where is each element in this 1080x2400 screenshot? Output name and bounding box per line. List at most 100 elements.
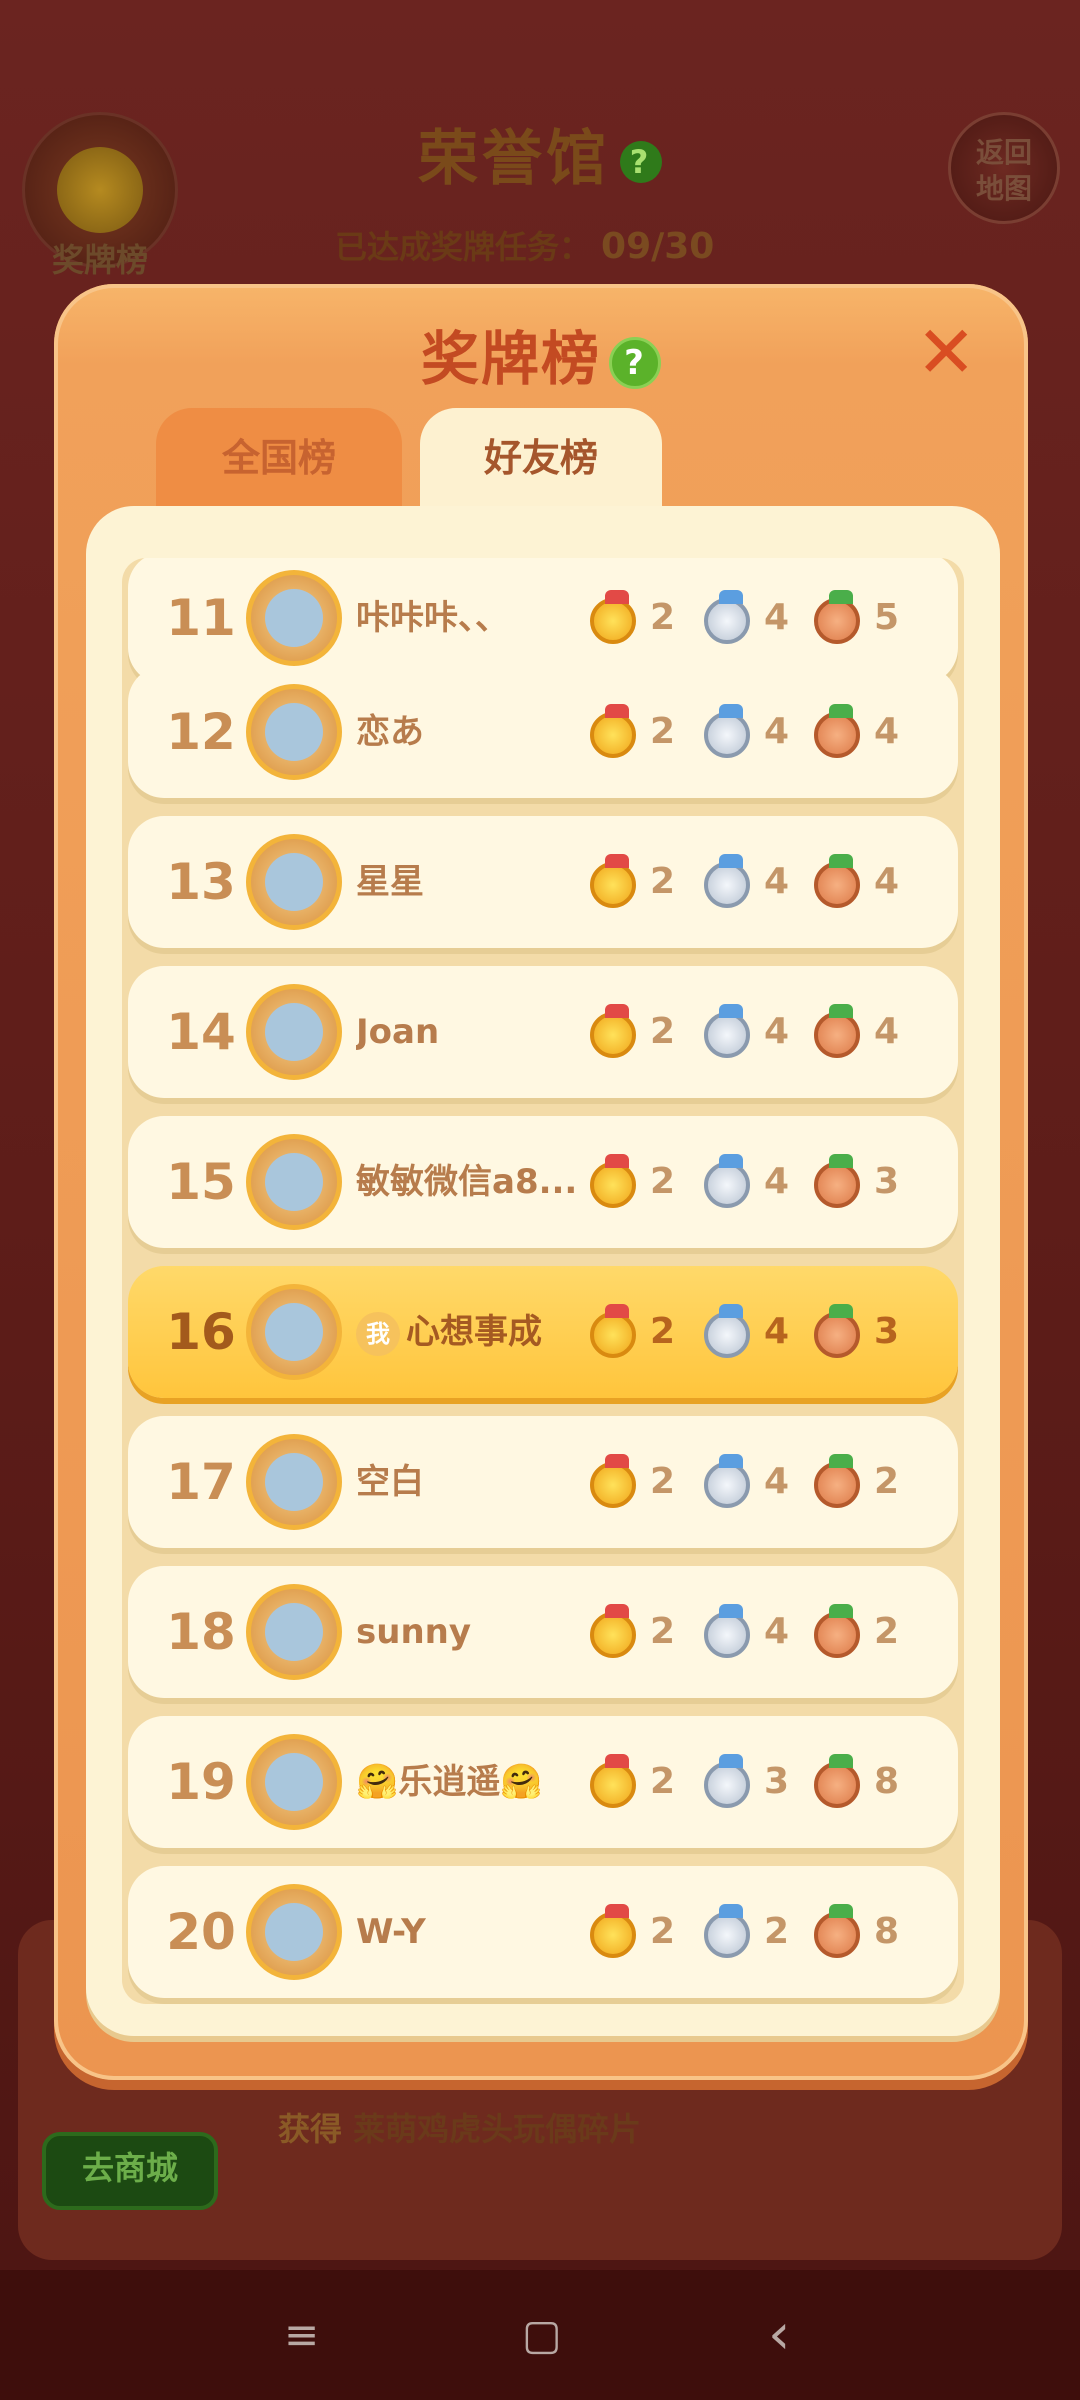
silver-medal-count: 4: [764, 1161, 790, 1202]
player-name-text: 星星: [356, 862, 424, 902]
gold-medal-icon: [590, 1754, 636, 1808]
player-name-text: W-Y: [356, 1912, 426, 1952]
reward-text: 获得 莱萌鸡虎头玩偶碎片: [278, 2104, 641, 2150]
bronze-medal-icon: [814, 854, 860, 908]
silver-medal-count: 3: [764, 1761, 790, 1802]
leaderboard-panel: 11 咔咔咔、、 2 4 5 12 恋あ 2 4 4 13 星星 2 4 4 14 Joan 2 4 4 15 敏敏微信a…: [86, 506, 1000, 2036]
help-icon[interactable]: ?: [609, 336, 661, 389]
avatar[interactable]: [246, 834, 342, 930]
rank-number: 14: [166, 1003, 236, 1061]
player-name: 恋あ: [356, 666, 576, 798]
gold-medal-icon: [590, 1604, 636, 1658]
back-to-map-button[interactable]: 返回 地图: [948, 112, 1060, 224]
hall-title-text: 荣誉馆: [418, 124, 610, 194]
leaderboard-row[interactable]: 17 空白 2 4 2: [128, 1416, 958, 1548]
player-name: sunny: [356, 1566, 576, 1698]
leaderboard-row-me[interactable]: 16 我心想事成 2 4 3: [128, 1266, 958, 1398]
back-button-line1: 返回: [975, 136, 1032, 169]
player-name-text: 空白: [356, 1462, 424, 1502]
hall-title: 荣誉馆?: [0, 110, 1080, 197]
gold-medal-count: 2: [650, 1161, 676, 1202]
silver-medal-icon: [704, 590, 750, 644]
rank-number: 20: [166, 1903, 236, 1961]
avatar[interactable]: [246, 570, 342, 666]
player-name: 🤗乐逍遥🤗: [356, 1716, 576, 1848]
gold-medal-icon: [590, 1454, 636, 1508]
medal-board-label: 奖牌榜: [51, 241, 148, 279]
bronze-medal-count: 2: [874, 1611, 900, 1652]
avatar-image: [265, 1303, 323, 1361]
gold-medal-count: 2: [650, 1311, 676, 1352]
bronze-medal-count: 4: [874, 1011, 900, 1052]
menu-icon[interactable]: ≡: [284, 2310, 319, 2360]
leaderboard-row[interactable]: 14 Joan 2 4 4: [128, 966, 958, 1098]
bronze-medal-count: 3: [874, 1161, 900, 1202]
bronze-medal-count: 8: [874, 1761, 900, 1802]
player-name-text: 🤗乐逍遥🤗: [356, 1762, 543, 1802]
silver-medal-count: 4: [764, 711, 790, 752]
avatar[interactable]: [246, 1734, 342, 1830]
bronze-medal-icon: [814, 1304, 860, 1358]
bronze-medal-count: 4: [874, 711, 900, 752]
avatar[interactable]: [246, 684, 342, 780]
rank-number: 12: [166, 703, 236, 761]
leaderboard-row[interactable]: 18 sunny 2 4 2: [128, 1566, 958, 1698]
gold-medal-count: 2: [650, 1611, 676, 1652]
leaderboard-row[interactable]: 20 W-Y 2 2 8: [128, 1866, 958, 1998]
tab-friends-ranking[interactable]: 好友榜: [420, 408, 662, 508]
leaderboard-row[interactable]: 19 🤗乐逍遥🤗 2 3 8: [128, 1716, 958, 1848]
player-name: 敏敏微信a8...: [356, 1116, 576, 1248]
silver-medal-icon: [704, 1154, 750, 1208]
bronze-medal-icon: [814, 1604, 860, 1658]
silver-medal-icon: [704, 1604, 750, 1658]
medal-task-progress: 已达成奖牌任务： 09/30: [335, 222, 714, 268]
leaderboard-row[interactable]: 12 恋あ 2 4 4: [128, 666, 958, 798]
avatar-image: [265, 853, 323, 911]
rank-number: 15: [166, 1153, 236, 1211]
gold-medal-count: 2: [650, 1761, 676, 1802]
close-icon[interactable]: ✕: [916, 316, 976, 388]
avatar[interactable]: [246, 1134, 342, 1230]
gold-medal-icon: [590, 1004, 636, 1058]
home-icon[interactable]: ▢: [522, 2310, 562, 2360]
rank-number: 13: [166, 853, 236, 911]
player-name-text: 咔咔咔、、: [356, 598, 509, 638]
player-name-text: 心想事成: [406, 1312, 542, 1352]
system-navigation-bar: ≡ ▢ ‹: [0, 2270, 1080, 2400]
avatar[interactable]: [246, 984, 342, 1080]
gold-medal-icon: [590, 1304, 636, 1358]
avatar-image: [265, 1603, 323, 1661]
bronze-medal-icon: [814, 1904, 860, 1958]
leaderboard-row[interactable]: 15 敏敏微信a8... 2 4 3: [128, 1116, 958, 1248]
bronze-medal-icon: [814, 1454, 860, 1508]
back-icon[interactable]: ‹: [768, 2307, 790, 2363]
avatar[interactable]: [246, 1284, 342, 1380]
gold-medal-count: 2: [650, 1011, 676, 1052]
avatar[interactable]: [246, 1584, 342, 1680]
avatar-image: [265, 1003, 323, 1061]
gold-medal-icon: [590, 704, 636, 758]
go-shop-button[interactable]: 去商城: [42, 2132, 218, 2210]
leaderboard-list[interactable]: 11 咔咔咔、、 2 4 5 12 恋あ 2 4 4 13 星星 2 4 4 14 Joan 2 4 4 15 敏敏微信a…: [122, 558, 964, 2004]
help-icon[interactable]: ?: [620, 141, 662, 184]
silver-medal-icon: [704, 1754, 750, 1808]
leaderboard-row[interactable]: 13 星星 2 4 4: [128, 816, 958, 948]
avatar-image: [265, 1453, 323, 1511]
me-badge: 我: [356, 1311, 400, 1356]
medal-leaderboard-dialog: 奖牌榜? ✕ 全国榜 好友榜 11 咔咔咔、、 2 4 5 12 恋あ 2 4 4 13 星星 2 4 4 1…: [54, 284, 1028, 2080]
avatar[interactable]: [246, 1434, 342, 1530]
rank-number: 18: [166, 1603, 236, 1661]
back-button-line2: 地图: [975, 172, 1032, 205]
reward-prefix: 获得: [278, 2110, 343, 2148]
silver-medal-count: 4: [764, 1311, 790, 1352]
player-name-text: Joan: [356, 1012, 440, 1052]
silver-medal-icon: [704, 1904, 750, 1958]
avatar-image: [265, 703, 323, 761]
bronze-medal-icon: [814, 704, 860, 758]
avatar[interactable]: [246, 1884, 342, 1980]
gold-medal-count: 2: [650, 861, 676, 902]
player-name-text: 恋あ: [356, 712, 424, 752]
reward-item: 莱萌鸡虎头玩偶碎片: [353, 2110, 642, 2148]
tab-national-ranking[interactable]: 全国榜: [156, 408, 402, 508]
player-name: W-Y: [356, 1866, 576, 1998]
